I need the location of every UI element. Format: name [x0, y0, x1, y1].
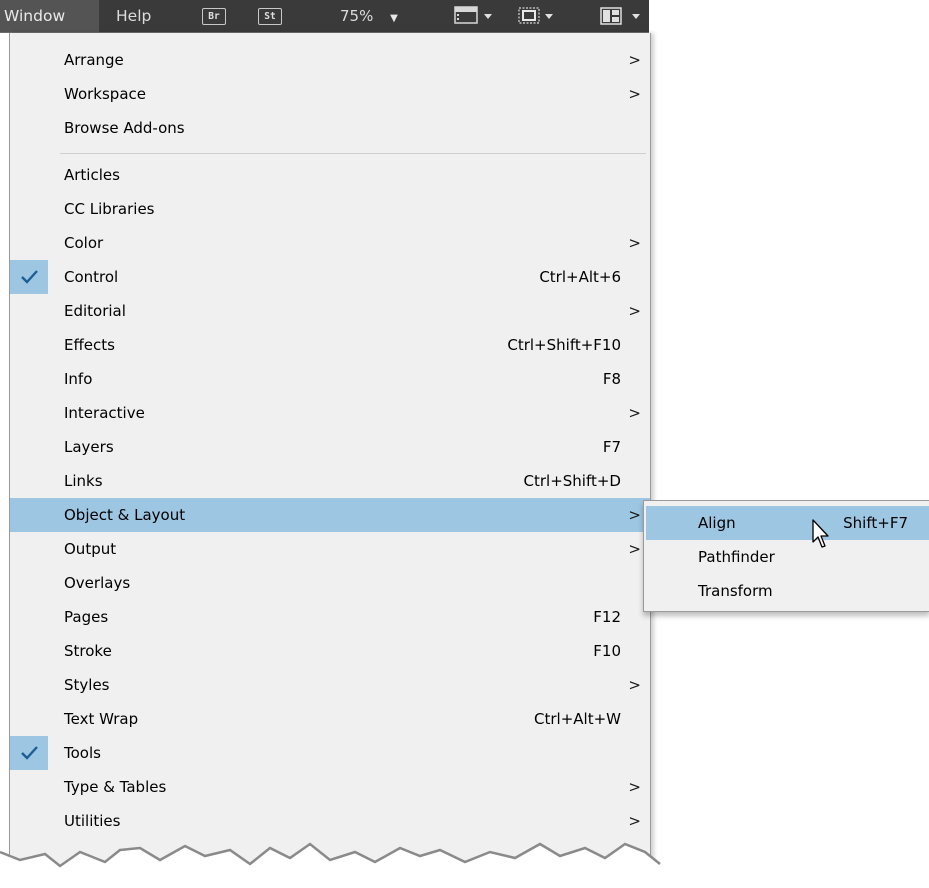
menu-item-utilities[interactable]: Utilities >	[10, 804, 650, 838]
zoom-value: 75%	[340, 7, 374, 25]
menu-item-editorial[interactable]: Editorial >	[10, 294, 650, 328]
menu-item-label: Type & Tables	[64, 778, 167, 796]
menu-item-shortcut: F12	[593, 608, 621, 626]
menu-item-label: Pages	[64, 608, 109, 626]
stock-badge[interactable]: St	[258, 8, 282, 25]
menu-item-label: Editorial	[64, 302, 126, 320]
menu-separator	[60, 153, 646, 154]
menu-item-stroke[interactable]: Stroke F10	[10, 634, 650, 668]
menu-item-color[interactable]: Color >	[10, 226, 650, 260]
submenu-arrow-icon: >	[628, 404, 641, 422]
window-menu: Arrange > Workspace > Browse Add-ons Articles…	[9, 33, 651, 888]
object-layout-submenu: Align Shift+F7 Pathfinder Transform	[643, 500, 929, 612]
torn-edge-decoration	[0, 842, 700, 888]
menu-item-control[interactable]: Control Ctrl+Alt+6	[10, 260, 650, 294]
menu-item-label: Text Wrap	[64, 710, 139, 728]
menu-item-label: Layers	[64, 438, 114, 456]
menu-item-label: Control	[64, 268, 119, 286]
submenu-item-shortcut: Shift+F7	[843, 514, 908, 532]
menu-item-articles[interactable]: Articles	[10, 158, 650, 192]
submenu-arrow-icon: >	[628, 51, 641, 69]
menu-help[interactable]: Help	[116, 0, 151, 32]
menu-item-object-layout[interactable]: Object & Layout >	[10, 498, 650, 532]
menu-item-label: Output	[64, 540, 117, 558]
menu-item-label: Articles	[64, 166, 120, 184]
menu-item-label: Arrange	[64, 51, 124, 69]
mouse-pointer-icon	[811, 518, 833, 552]
menu-item-label: Color	[64, 234, 104, 252]
checkmark-icon	[10, 260, 48, 294]
submenu-arrow-icon: >	[628, 85, 641, 103]
arrange-documents-icon[interactable]	[597, 0, 649, 32]
zoom-level-select[interactable]: 75% ▼	[340, 0, 398, 32]
menu-item-arrange[interactable]: Arrange >	[10, 43, 650, 77]
menu-item-overlays[interactable]: Overlays	[10, 566, 650, 600]
menu-item-label: Info	[64, 370, 93, 388]
menu-item-shortcut: Ctrl+Shift+D	[523, 472, 621, 490]
menu-item-label: Styles	[64, 676, 110, 694]
chevron-down-icon: ▼	[390, 13, 398, 24]
menu-item-label: Overlays	[64, 574, 131, 592]
menu-item-label: Links	[64, 472, 103, 490]
submenu-arrow-icon: >	[628, 540, 641, 558]
menu-item-links[interactable]: Links Ctrl+Shift+D	[10, 464, 650, 498]
menu-item-browse-add-ons[interactable]: Browse Add-ons	[10, 111, 650, 145]
menu-bar: Window Help Br St 75% ▼	[0, 0, 649, 33]
menu-item-label: Browse Add-ons	[64, 119, 185, 137]
menu-item-workspace[interactable]: Workspace >	[10, 77, 650, 111]
menu-item-shortcut: Ctrl+Alt+W	[534, 710, 621, 728]
submenu-arrow-icon: >	[628, 506, 641, 524]
screen-mode-icon[interactable]	[514, 0, 564, 32]
menu-item-label: Interactive	[64, 404, 145, 422]
menu-window[interactable]: Window	[0, 0, 99, 32]
menu-item-layers[interactable]: Layers F7	[10, 430, 650, 464]
menu-item-shortcut: F7	[602, 438, 621, 456]
menu-item-text-wrap[interactable]: Text Wrap Ctrl+Alt+W	[10, 702, 650, 736]
menu-item-styles[interactable]: Styles >	[10, 668, 650, 702]
checkmark-icon	[10, 736, 48, 770]
menu-item-shortcut: F10	[593, 642, 621, 660]
menu-item-label: Utilities	[64, 812, 121, 830]
menu-item-cc-libraries[interactable]: CC Libraries	[10, 192, 650, 226]
menu-item-interactive[interactable]: Interactive >	[10, 396, 650, 430]
submenu-item-label: Transform	[698, 582, 773, 600]
menu-item-label: Object & Layout	[64, 506, 186, 524]
bridge-badge[interactable]: Br	[202, 8, 226, 25]
submenu-item-pathfinder[interactable]: Pathfinder	[646, 540, 929, 574]
menu-item-label: Tools	[64, 744, 101, 762]
submenu-arrow-icon: >	[628, 812, 641, 830]
submenu-item-transform[interactable]: Transform	[646, 574, 929, 608]
menu-item-label: Stroke	[64, 642, 112, 660]
view-options-icon[interactable]	[450, 0, 500, 32]
menu-item-tools[interactable]: Tools	[10, 736, 650, 770]
submenu-arrow-icon: >	[628, 234, 641, 252]
submenu-item-align[interactable]: Align Shift+F7	[646, 506, 929, 540]
menu-item-output[interactable]: Output >	[10, 532, 650, 566]
submenu-item-label: Pathfinder	[698, 548, 775, 566]
menu-item-shortcut: Ctrl+Alt+6	[539, 268, 621, 286]
submenu-arrow-icon: >	[628, 778, 641, 796]
menu-item-label: Effects	[64, 336, 115, 354]
submenu-arrow-icon: >	[628, 676, 641, 694]
submenu-item-label: Align	[698, 514, 736, 532]
menu-item-label: CC Libraries	[64, 200, 155, 218]
menu-item-pages[interactable]: Pages F12	[10, 600, 650, 634]
menu-item-label: Workspace	[64, 85, 146, 103]
menu-item-type-tables[interactable]: Type & Tables >	[10, 770, 650, 804]
menu-item-shortcut: F8	[602, 370, 621, 388]
submenu-arrow-icon: >	[628, 302, 641, 320]
menu-item-info[interactable]: Info F8	[10, 362, 650, 396]
menu-item-shortcut: Ctrl+Shift+F10	[507, 336, 621, 354]
menu-item-effects[interactable]: Effects Ctrl+Shift+F10	[10, 328, 650, 362]
